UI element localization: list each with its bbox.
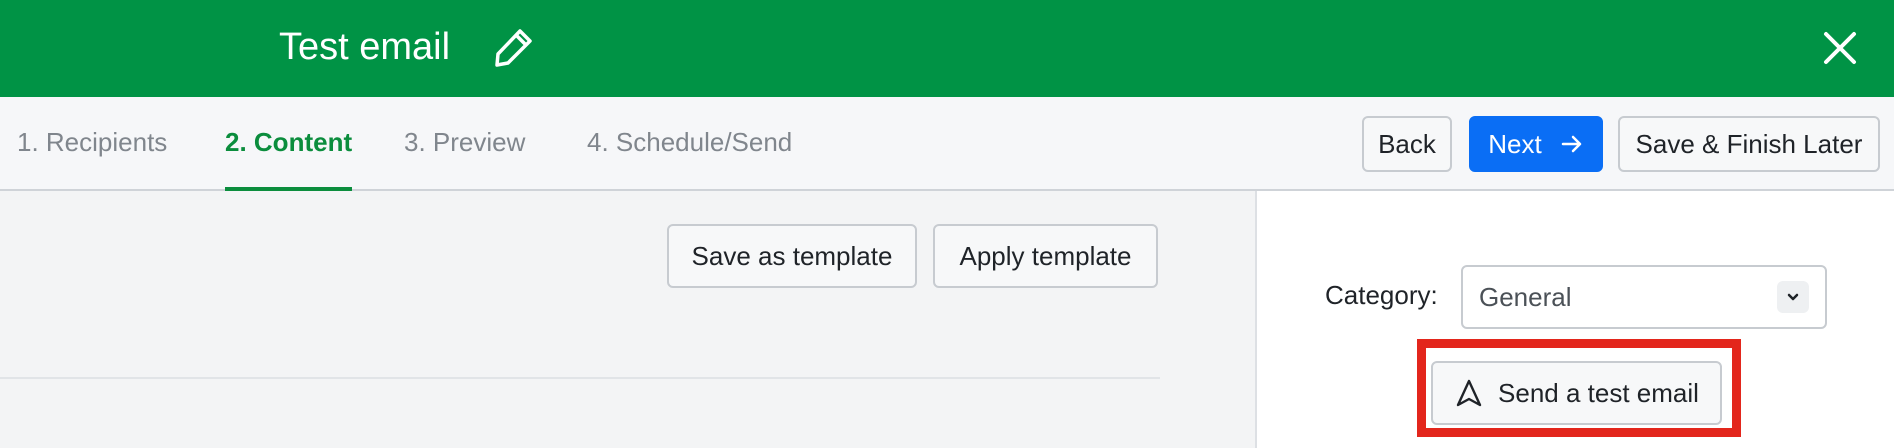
- save-as-template-label: Save as template: [691, 240, 893, 271]
- category-label: Category:: [1325, 280, 1438, 310]
- save-as-template-button[interactable]: Save as template: [667, 224, 917, 288]
- category-select-value: General: [1479, 282, 1572, 312]
- chevron-down-icon: [1777, 281, 1809, 313]
- app-header: Test email: [0, 0, 1894, 97]
- divider: [0, 377, 1160, 379]
- next-button-label: Next: [1488, 128, 1542, 159]
- tab-content[interactable]: 2. Content: [225, 97, 353, 191]
- tab-recipients[interactable]: 1. Recipients: [17, 97, 167, 191]
- send-icon: [1456, 379, 1482, 407]
- save-finish-later-label: Save & Finish Later: [1635, 128, 1863, 159]
- apply-template-button[interactable]: Apply template: [933, 224, 1158, 288]
- send-test-email-button[interactable]: Send a test email: [1431, 361, 1722, 425]
- send-test-email-label: Send a test email: [1498, 377, 1699, 408]
- tab-schedule-send[interactable]: 4. Schedule/Send: [587, 97, 792, 191]
- save-finish-later-button[interactable]: Save & Finish Later: [1618, 116, 1880, 172]
- back-button[interactable]: Back: [1362, 116, 1452, 172]
- pencil-icon[interactable]: [492, 25, 536, 69]
- apply-template-label: Apply template: [959, 240, 1132, 271]
- page-title: Test email: [279, 26, 451, 68]
- step-navigation: 1. Recipients 2. Content 3. Preview 4. S…: [0, 97, 1894, 191]
- category-select[interactable]: General: [1461, 265, 1827, 329]
- close-icon[interactable]: [1818, 26, 1862, 70]
- back-button-label: Back: [1378, 128, 1436, 159]
- arrow-right-icon: [1561, 135, 1581, 153]
- content-editor-area: Save as template Apply template: [0, 191, 1255, 448]
- tab-preview[interactable]: 3. Preview: [404, 97, 525, 191]
- next-button[interactable]: Next: [1469, 116, 1603, 172]
